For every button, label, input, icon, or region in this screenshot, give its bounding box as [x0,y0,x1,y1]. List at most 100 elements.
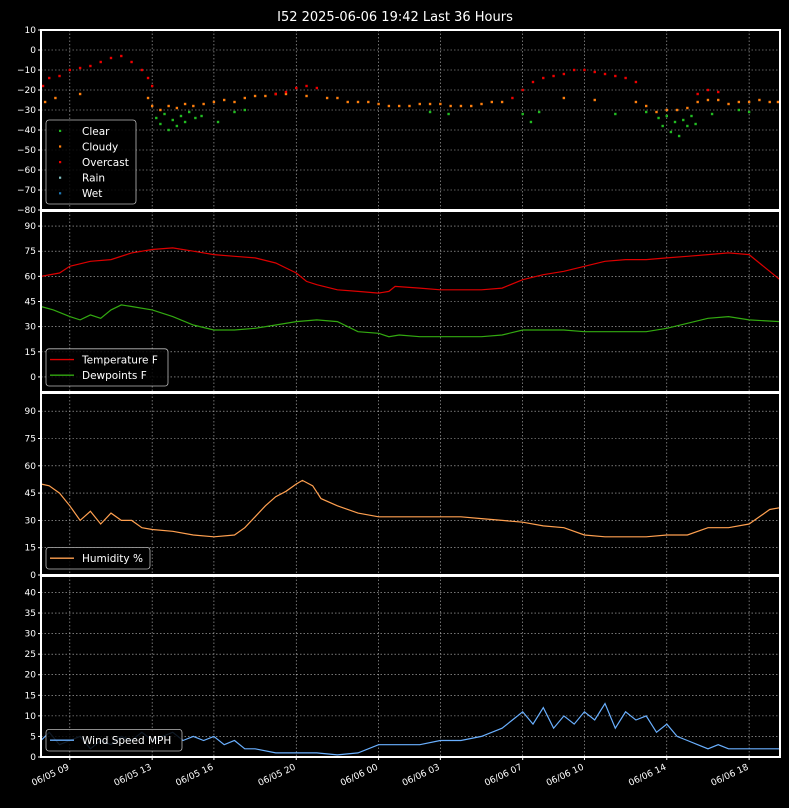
y-tick-label: 40 [25,588,37,598]
y-tick-label: −30 [17,106,36,116]
scatter-point-cloudy [747,100,751,104]
scatter-point-cloudy [183,102,187,106]
scatter-point-overcast [274,92,277,96]
scatter-point-overcast [562,72,566,76]
legend-humidity: Humidity % [45,547,151,570]
scatter-point-cloudy [54,96,57,100]
scatter-point-overcast [521,88,524,92]
scatter-point-cloudy [562,96,566,100]
scatter-point-overcast [41,84,45,88]
scatter-point-cloudy [717,98,720,102]
y-tick-label: 15 [25,544,36,554]
scatter-point-overcast [572,68,576,72]
legend-label: Clear [82,126,110,138]
legend-swatch [59,161,62,164]
scatter-point-clear [521,112,524,116]
y-tick-label: 45 [25,489,36,499]
scatter-point-clear [200,114,203,118]
scatter-point-clear [673,120,677,124]
y-tick-label: 10 [25,26,37,36]
scatter-point-clear [669,130,673,134]
scatter-point-cloudy [305,94,308,98]
scatter-point-cloudy [202,102,205,106]
legend-sky: Clear Cloudy Overcast Rain Wet [45,119,137,205]
legend-swatch [59,145,62,148]
y-tick-label: 20 [25,671,37,681]
scatter-point-cloudy [727,102,730,106]
legend-label: Wet [82,188,102,200]
scatter-point-cloudy [212,100,216,104]
scatter-point-cloudy [175,106,179,110]
y-tick-label: 0 [30,373,36,383]
scatter-point-clear [194,116,197,120]
scatter-point-cloudy [192,104,195,108]
scatter-point-overcast [552,74,555,78]
scatter-point-overcast [68,68,72,72]
y-tick-label: −70 [17,186,36,196]
scatter-point-clear [233,110,236,114]
scatter-point-clear [155,116,158,120]
scatter-point-cloudy [264,94,267,98]
scatter-point-overcast [140,68,144,72]
scatter-point-clear [447,112,450,116]
y-tick-label: 90 [25,222,37,232]
scatter-point-cloudy [644,104,648,108]
y-tick-label: 10 [25,712,37,722]
y-tick-label: −10 [17,66,36,76]
scatter-point-cloudy [480,102,483,106]
scatter-point-clear [682,118,685,122]
scatter-point-cloudy [737,100,741,104]
scatter-point-overcast [284,90,288,94]
scatter-point-overcast [531,80,535,84]
scatter-point-cloudy [387,104,391,108]
y-tick-label: 75 [25,247,36,257]
scatter-point-cloudy [675,108,679,112]
scatter-point-clear [167,128,170,132]
scatter-point-cloudy [706,98,710,102]
scatter-point-overcast [305,84,308,88]
y-tick-label: −40 [17,126,36,136]
legend-wind: Wind Speed MPH [45,729,183,752]
scatter-point-cloudy [634,100,638,104]
scatter-point-overcast [48,76,51,80]
scatter-point-overcast [583,68,586,72]
y-tick-label: 0 [30,46,36,56]
scatter-point-overcast [130,60,133,64]
scatter-point-clear [690,114,693,118]
scatter-point-clear [537,110,541,114]
scatter-point-cloudy [367,100,370,104]
y-tick-label: 15 [25,348,36,358]
scatter-point-cloudy [167,104,170,108]
scatter-point-cloudy [593,98,596,102]
scatter-point-overcast [603,72,607,76]
scatter-point-clear [529,120,533,124]
legend-swatch [59,176,62,179]
y-tick-label: −20 [17,86,36,96]
scatter-point-clear [747,110,751,114]
weather-chart: I52 2025-06-06 19:42 Last 36 Hours 10 0 −1… [0,0,789,804]
y-tick-label: −80 [17,206,36,216]
y-tick-label: −50 [17,146,36,156]
scatter-point-cloudy [159,108,162,112]
scatter-point-cloudy [325,96,329,100]
y-tick-label: 60 [25,272,37,282]
chart-title: I52 2025-06-06 19:42 Last 36 Hours [277,10,513,25]
weather-dashboard: I52 2025-06-06 19:42 Last 36 Hours 10 0 −1… [0,0,789,804]
scatter-point-cloudy [223,98,226,102]
scatter-point-overcast [624,76,627,80]
scatter-point-cloudy [78,92,82,96]
scatter-point-overcast [593,70,596,74]
scatter-point-overcast [109,56,113,60]
legend-label: Wind Speed MPH [82,735,171,747]
legend-label: Cloudy [82,141,118,153]
scatter-point-clear [614,112,617,116]
legend-temperature: Temperature F Dewpoints F [45,348,169,387]
scatter-point-cloudy [243,96,246,100]
scatter-point-cloudy [776,100,780,104]
scatter-point-clear [686,124,689,128]
scatter-point-clear [179,114,183,118]
scatter-point-overcast [99,60,102,64]
y-tick-label: 30 [25,630,37,640]
y-tick-label: 45 [25,298,36,308]
scatter-point-cloudy [43,100,47,104]
